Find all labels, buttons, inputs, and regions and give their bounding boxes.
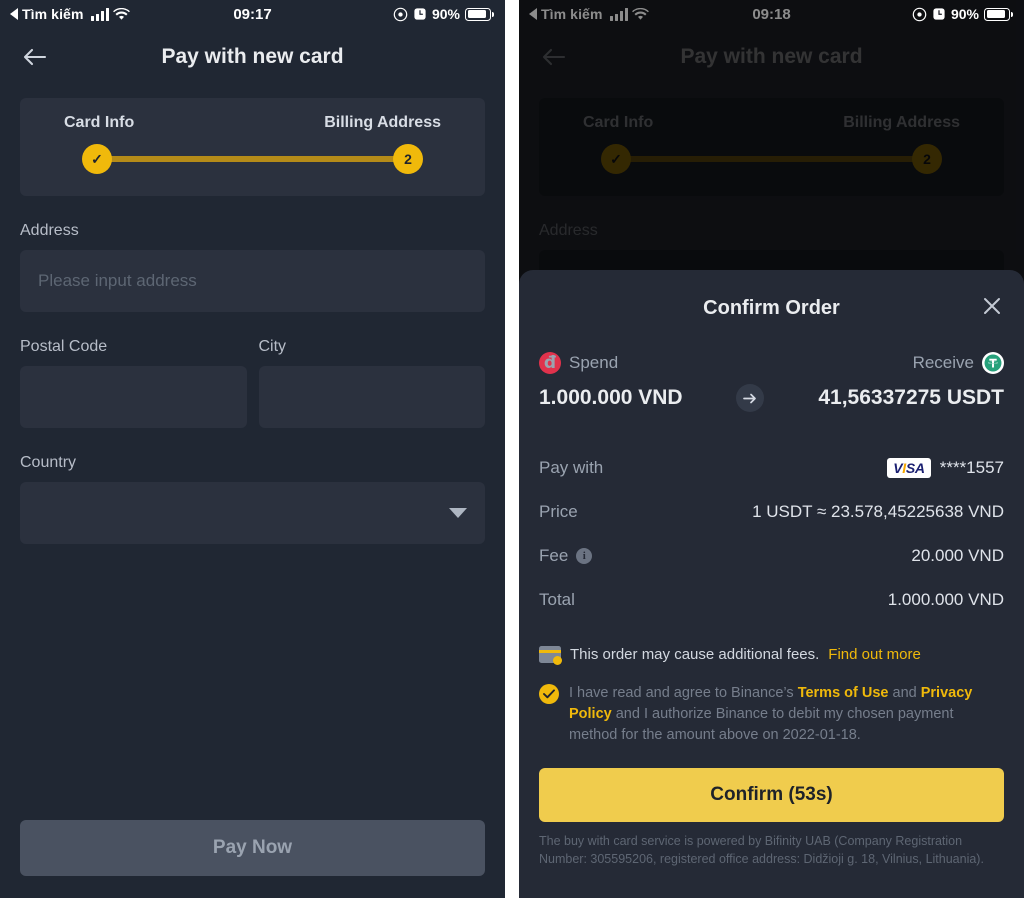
postal-code-input[interactable]	[20, 366, 247, 428]
consent-part1: I have read and agree to Binance’s	[569, 685, 798, 701]
fee-label: Fee	[539, 546, 569, 565]
arrow-left-icon	[23, 48, 47, 66]
modal-header: Confirm Order	[539, 270, 1004, 346]
receive-amount: 41,56337275 USDT	[818, 386, 1004, 409]
postal-code-field: Postal Code	[20, 338, 247, 428]
card-last4: ****1557	[939, 458, 1004, 477]
terms-consent: I have read and agree to Binance’s Terms…	[539, 683, 1004, 746]
status-right: 90%	[393, 6, 494, 22]
provider-fineprint: The buy with card service is powered by …	[539, 834, 984, 867]
amount-labels-row: đ Spend Receive	[539, 352, 1004, 374]
country-label: Country	[20, 454, 77, 471]
total-label: Total	[539, 590, 575, 609]
pay-now-button[interactable]: Pay Now	[20, 820, 485, 876]
stepper-track: ✓ 2	[82, 144, 423, 174]
location-icon	[393, 7, 408, 21]
step-label-card-info: Card Info	[64, 114, 135, 131]
battery-percent: 90%	[950, 6, 979, 22]
notice-text: This order may cause additional fees.	[570, 646, 820, 663]
page-title: Pay with new card	[161, 45, 344, 68]
battery-icon	[984, 7, 1013, 21]
pay-now-container: Pay Now	[0, 820, 505, 876]
terms-of-use-link[interactable]: Terms of Use	[798, 685, 889, 701]
back-triangle-icon	[10, 8, 18, 20]
consent-checkbox[interactable]	[539, 684, 559, 704]
postal-code-label: Postal Code	[20, 338, 108, 355]
modal-title: Confirm Order	[703, 296, 840, 319]
order-detail-rows: Pay with VISA ****1557 Price 1 USDT ≈ 23…	[539, 446, 1004, 622]
price-label: Price	[539, 502, 578, 521]
tether-logo-icon	[984, 354, 1002, 372]
alarm-icon	[933, 8, 945, 20]
city-input[interactable]	[258, 366, 485, 428]
signal-bars-icon	[90, 7, 109, 21]
country-select[interactable]	[20, 482, 485, 544]
status-bar: Tìm kiếm 09:17 90%	[0, 0, 505, 28]
stepper-progress-line	[96, 156, 409, 162]
city-label: City	[258, 338, 287, 355]
card-coin-icon	[539, 646, 562, 665]
total-value: 1.000.000 VND	[887, 590, 1004, 609]
check-icon	[543, 689, 555, 699]
step-dot-2[interactable]: 2	[393, 144, 423, 174]
screenshot-root: Tìm kiếm 09:17 90% Pay with new card Car…	[0, 0, 1024, 898]
spend-label: Spend	[569, 353, 619, 372]
amount-values-row: 1.000.000 VND 41,56337275 USDT	[539, 384, 1004, 412]
country-field: Country	[20, 454, 485, 544]
checkout-stepper: Card Info Billing Address ✓ 2	[20, 98, 485, 196]
pay-with-value: VISA ****1557	[887, 458, 1004, 478]
visa-logo-icon: VISA	[887, 458, 931, 478]
step-label-billing-address: Billing Address	[324, 114, 441, 131]
receive-label: Receive	[912, 353, 974, 372]
carrier-label: Tìm kiếm	[22, 6, 84, 22]
pay-with-label: Pay with	[539, 458, 604, 477]
battery-icon	[465, 7, 494, 21]
right-phone-screen: Tìm kiếm 09:18 90% Pay with new card Car…	[519, 0, 1024, 898]
usdt-coin-icon	[982, 352, 1004, 374]
detail-row-price: Price 1 USDT ≈ 23.578,45225638 VND	[539, 490, 1004, 534]
address-label: Address	[20, 222, 79, 239]
spend-side: đ Spend	[539, 352, 618, 374]
consent-part3: and I authorize Binance to debit my chos…	[569, 706, 954, 744]
fee-value: 20.000 VND	[911, 546, 1004, 565]
wifi-icon	[112, 7, 130, 20]
step-dot-1[interactable]: ✓	[82, 144, 112, 174]
close-icon[interactable]	[980, 294, 1004, 323]
fee-label-wrap: Fee i	[539, 546, 593, 566]
consent-text: I have read and agree to Binance’s Terms…	[569, 683, 1004, 746]
arrow-right-icon	[736, 384, 765, 412]
postal-city-row: Postal Code City	[20, 338, 485, 428]
spend-amount: 1.000.000 VND	[539, 386, 683, 409]
address-input[interactable]: Please input address	[20, 250, 485, 312]
detail-row-fee: Fee i 20.000 VND	[539, 534, 1004, 578]
additional-fees-notice: This order may cause additional fees. Fi…	[539, 646, 1004, 665]
consent-part2: and	[888, 685, 921, 701]
nav-bar: Pay with new card	[0, 28, 505, 86]
find-out-more-link[interactable]: Find out more	[828, 646, 921, 663]
battery-percent: 90%	[431, 6, 460, 22]
amount-summary: đ Spend Receive 1.000.000 VND 41,5633727…	[539, 352, 1004, 412]
info-icon[interactable]: i	[576, 548, 593, 564]
location-icon	[912, 7, 927, 21]
back-button[interactable]	[18, 40, 52, 74]
confirm-button[interactable]: Confirm (53s)	[539, 768, 1004, 823]
close-x-icon	[984, 297, 1000, 314]
arrow-right-glyph	[743, 393, 756, 403]
stepper-labels: Card Info Billing Address	[20, 114, 485, 132]
confirm-order-modal: Confirm Order đ Spend Receive 1.000.000 …	[519, 270, 1024, 898]
price-value: 1 USDT ≈ 23.578,45225638 VND	[752, 502, 1004, 521]
status-left: Tìm kiếm	[10, 6, 130, 22]
detail-row-total: Total 1.000.000 VND	[539, 578, 1004, 622]
vnd-coin-icon: đ	[539, 352, 561, 374]
alarm-icon	[414, 8, 426, 20]
detail-row-pay-with: Pay with VISA ****1557	[539, 446, 1004, 490]
receive-side: Receive	[913, 352, 1004, 374]
city-field: City	[258, 338, 485, 428]
panel-divider	[505, 0, 519, 898]
chevron-down-icon	[449, 508, 467, 518]
status-right: 90%	[912, 6, 1013, 22]
left-phone-screen: Tìm kiếm 09:17 90% Pay with new card Car…	[0, 0, 505, 898]
billing-form: Address Please input address Postal Code…	[0, 196, 505, 544]
